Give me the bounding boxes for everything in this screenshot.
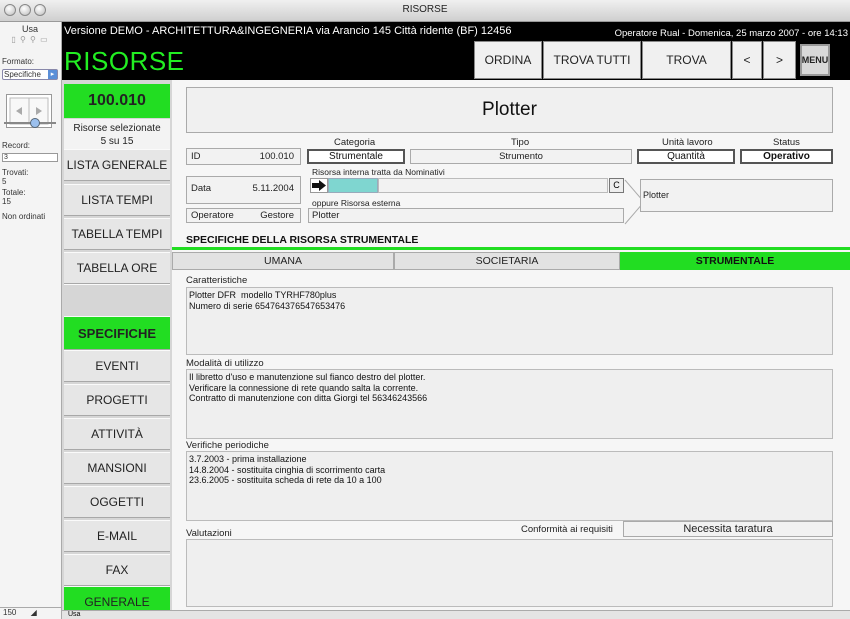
found-label: Trovati: xyxy=(2,168,29,177)
conformita-label: Conformità ai requisiti xyxy=(521,524,613,535)
title-bar: RISORSE xyxy=(0,0,850,22)
nav-tabella-ore[interactable]: TABELLA ORE xyxy=(64,252,170,284)
conformita-field[interactable]: Necessita taratura xyxy=(623,521,833,537)
selected-label: Risorse selezionate xyxy=(73,123,161,134)
tipo-header: Tipo xyxy=(511,137,530,148)
zoom-value: 150 xyxy=(3,608,17,617)
external-resource-label: oppure Risorsa esterna xyxy=(312,198,401,208)
nav-attivita[interactable]: ATTIVITÀ xyxy=(64,418,170,450)
ordina-button[interactable]: ORDINA xyxy=(474,41,542,79)
selected-count: 5 su 15 xyxy=(100,136,134,147)
zoom-level[interactable]: 150 ◢ xyxy=(0,607,62,619)
operator-date-text: Operatore Rual - Domenica, 25 marzo 2007… xyxy=(614,28,848,39)
menu-button-line1: ME xyxy=(801,54,816,65)
internal-resource-name-field[interactable] xyxy=(378,178,608,193)
bottom-status-strip: Usa xyxy=(62,610,850,619)
internal-resource-label: Risorsa interna tratta da Nominativi xyxy=(312,167,445,177)
nav-lista-tempi[interactable]: LISTA TEMPI xyxy=(64,184,170,216)
mode-label: Usa xyxy=(21,24,38,34)
nav-fax[interactable]: FAX xyxy=(64,554,170,586)
external-resource-field[interactable]: Plotter xyxy=(308,208,624,223)
tab-umana[interactable]: UMANA xyxy=(172,252,394,270)
nav-specifiche[interactable]: SPECIFICHE xyxy=(64,316,170,350)
verifiche-textarea[interactable]: 3.7.2003 - prima installazione 14.8.2004… xyxy=(186,451,833,521)
section-divider xyxy=(172,247,850,250)
internal-resource-field[interactable] xyxy=(328,178,378,193)
id-field: ID 100.010 xyxy=(186,148,301,165)
record-label: Record: xyxy=(2,141,31,150)
status-header: Status xyxy=(773,137,800,148)
format-select-value: Specifiche xyxy=(4,70,41,79)
demo-version-text: Versione DEMO - ARCHITETTURA&INGEGNERIA … xyxy=(64,25,512,37)
valutazioni-label: Valutazioni xyxy=(186,528,232,539)
nav-eventi[interactable]: EVENTI xyxy=(64,350,170,382)
zoom-icon: ◢ xyxy=(30,608,37,617)
window-title: RISORSE xyxy=(402,4,448,15)
modalita-label: Modalità di utilizzo xyxy=(186,358,264,369)
top-header-bar: Versione DEMO - ARCHITETTURA&INGEGNERIA … xyxy=(62,22,850,80)
menu-button[interactable]: ME NU xyxy=(800,44,830,76)
data-value: 5.11.2004 xyxy=(252,183,294,194)
resolved-resource-name: Plotter xyxy=(640,179,833,212)
caratteristiche-label: Caratteristiche xyxy=(186,275,248,286)
trova-button[interactable]: TROVA xyxy=(642,41,731,79)
categoria-select[interactable]: Strumentale xyxy=(307,149,405,164)
total-label: Totale: xyxy=(2,188,26,197)
tab-societaria[interactable]: SOCIETARIA xyxy=(394,252,620,270)
previous-record-button[interactable]: < xyxy=(732,41,762,79)
nav-lista-generale[interactable]: LISTA GENERALE xyxy=(64,149,170,181)
left-navigation: 100.010 Risorse selezionate 5 su 15 LIST… xyxy=(62,80,172,618)
status-select[interactable]: Operativo xyxy=(740,149,833,164)
layout-tools-icons[interactable]: ▯ ⚲ ⚲ ▭ xyxy=(2,35,58,45)
trova-tutti-button[interactable]: TROVA TUTTI xyxy=(543,41,641,79)
clear-internal-button[interactable]: C xyxy=(609,178,624,193)
record-number-field[interactable]: 3 xyxy=(2,153,58,162)
data-label: Data xyxy=(191,183,212,194)
sort-status: Non ordinati xyxy=(2,212,46,221)
total-value: 15 xyxy=(2,197,11,206)
modalita-textarea[interactable]: Il libretto d'uso e manutenzione sul fia… xyxy=(186,369,833,439)
operatore-field: Operatore Gestore xyxy=(186,208,301,223)
categoria-header: Categoria xyxy=(334,137,376,148)
arrow-right-icon xyxy=(312,180,326,191)
unita-lavoro-header: Unità lavoro xyxy=(662,137,713,148)
caratteristiche-textarea[interactable]: Plotter DFR modello TYRHF780plus Numero … xyxy=(186,287,833,355)
operatore-label: Operatore xyxy=(191,210,234,221)
nav-email[interactable]: E-MAIL xyxy=(64,520,170,552)
format-select[interactable]: Specifiche ▸ xyxy=(2,69,58,80)
section-title: SPECIFICHE DELLA RISORSA STRUMENTALE xyxy=(186,234,419,246)
bottom-mode-label: Usa xyxy=(68,611,81,618)
resource-name-header: Plotter xyxy=(186,87,833,133)
valutazioni-textarea[interactable] xyxy=(186,539,833,607)
filemaker-window: RISORSE Usa ▯ ⚲ ⚲ ▭ Formato: Specifiche … xyxy=(0,0,850,619)
status-palette: Usa ▯ ⚲ ⚲ ▭ Formato: Specifiche ▸ Record… xyxy=(0,22,62,619)
found-value: 5 xyxy=(2,177,7,186)
next-record-button[interactable]: > xyxy=(763,41,796,79)
chevron-right-icon: ▸ xyxy=(48,70,57,79)
record-id-badge: 100.010 xyxy=(64,84,170,118)
tipo-field[interactable]: Strumento xyxy=(410,149,632,164)
module-brand-title: RISORSE xyxy=(64,46,185,76)
data-field: Data 5.11.2004 xyxy=(186,176,301,204)
nav-oggetti[interactable]: OGGETTI xyxy=(64,486,170,518)
format-label: Formato: xyxy=(2,57,35,66)
id-label: ID xyxy=(191,151,201,162)
nav-progetti[interactable]: PROGETTI xyxy=(64,384,170,416)
record-slider-knob[interactable] xyxy=(30,118,40,128)
menu-button-line2: NU xyxy=(815,54,829,65)
verifiche-label: Verifiche periodiche xyxy=(186,440,269,451)
tab-strumentale[interactable]: STRUMENTALE xyxy=(620,252,850,270)
unita-lavoro-select[interactable]: Quantità xyxy=(637,149,735,164)
operatore-value: Gestore xyxy=(260,210,294,221)
main-content: Plotter Categoria Tipo Unità lavoro Stat… xyxy=(172,80,850,610)
id-value: 100.010 xyxy=(259,151,294,162)
nav-mansioni[interactable]: MANSIONI xyxy=(64,452,170,484)
nav-blank-slot xyxy=(64,284,170,318)
go-to-nominativi-button[interactable] xyxy=(310,178,328,193)
nav-tabella-tempi[interactable]: TABELLA TEMPI xyxy=(64,218,170,250)
